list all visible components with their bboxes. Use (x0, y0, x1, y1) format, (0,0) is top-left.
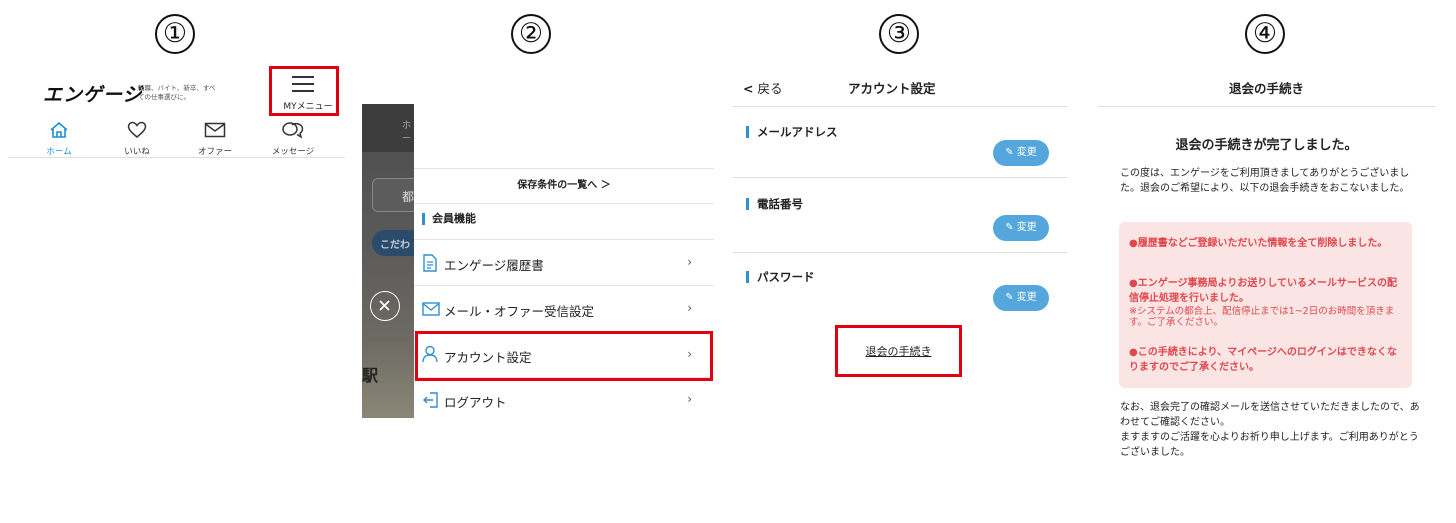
intro-text: この度は、エンゲージをご利用頂きましてありがとうございました。退会のご希望により… (1120, 168, 1410, 194)
chevron-right-icon: › (687, 392, 692, 406)
menu-item-resume[interactable]: エンゲージ履歴書 › (414, 240, 714, 286)
map-chip-fragment: こだわ (380, 240, 410, 251)
section-divider (733, 252, 1067, 253)
nav-divider (8, 157, 345, 158)
phone-section-title: 電話番号 (746, 198, 803, 210)
nav-like-label: いいね (124, 147, 150, 157)
nav-message[interactable]: メッセージ (263, 121, 323, 157)
document-icon (422, 254, 438, 276)
chevron-left-icon: < (743, 81, 754, 96)
password-section-title: パスワード (746, 271, 815, 283)
hamburger-menu-icon[interactable] (292, 74, 314, 98)
mail-icon (204, 122, 226, 138)
close-icon[interactable] (370, 291, 400, 321)
page-title: アカウント設定 (848, 81, 936, 96)
logo-tagline: 転職、バイト、新卒、すべての仕事選びに。 (138, 84, 216, 101)
menu-item-logout[interactable]: ログアウト › (414, 378, 714, 418)
notice-item-3: ●この手続きにより、マイページへのログインはできなくなりますのでご了承ください。 (1129, 347, 1397, 373)
heart-icon (127, 121, 147, 138)
menu-item-mail-settings[interactable]: メール・オファー受信設定 › (414, 286, 714, 332)
map-search-fragment: 都 (402, 190, 414, 204)
menu-item-mail-settings-label: メール・オファー受信設定 (444, 304, 595, 319)
map-station-fragment: 駅 (362, 366, 379, 385)
background-map-overlay: ホー 都 こだわ 駅 (362, 104, 414, 418)
member-features-title: 会員機能 (422, 213, 476, 225)
menu-item-resume-label: エンゲージ履歴書 (444, 258, 544, 273)
pencil-icon: ✎ (1005, 292, 1014, 303)
nav-offer-label: オファー (197, 147, 232, 157)
section-divider (733, 177, 1067, 178)
engage-logo[interactable]: エンゲージ (43, 80, 143, 107)
chat-icon (282, 122, 304, 139)
change-password-label: 変更 (1016, 292, 1037, 303)
notice-box: ●履歴書などご登録いただいた情報を全て削除しました。 ●エンゲージ事務局よりお送… (1119, 222, 1412, 388)
logout-icon (422, 391, 440, 413)
step-number-2: ② (511, 14, 551, 54)
chevron-right-icon: › (687, 301, 692, 315)
step-number-1: ① (155, 14, 195, 54)
page-title: 退会の手続き (1228, 81, 1304, 96)
back-label: 戻る (757, 81, 783, 96)
header-divider (733, 106, 1067, 107)
email-section-title: メールアドレス (746, 126, 838, 138)
change-phone-label: 変更 (1016, 222, 1037, 233)
header-divider (1098, 106, 1435, 107)
notice-item-1: ●履歴書などご登録いただいた情報を全て削除しました。 (1129, 238, 1388, 249)
step-number-4: ④ (1245, 14, 1285, 54)
nav-message-label: メッセージ (271, 147, 315, 157)
withdraw-link[interactable]: 退会の手続き (835, 343, 962, 359)
my-menu-label[interactable]: MYメニュー (278, 99, 338, 112)
nav-home-label: ホーム (46, 147, 72, 157)
mail-icon (422, 301, 440, 320)
change-email-label: 変更 (1016, 147, 1037, 158)
nav-offer[interactable]: オファー (185, 121, 245, 157)
menu-item-logout-label: ログアウト (444, 395, 507, 410)
pencil-icon: ✎ (1005, 147, 1014, 158)
notice-item-2-note: ※システムの都合上、配信停止までは1~2日のお時間を頂きます。ご了承ください。 (1129, 306, 1395, 328)
nav-like[interactable]: いいね (107, 121, 167, 157)
completion-heading: 退会の手続きが完了しました。 (1175, 138, 1358, 153)
change-phone-button[interactable]: ✎ 変更 (993, 215, 1049, 241)
pencil-icon: ✎ (1005, 222, 1014, 233)
nav-home[interactable]: ホーム (29, 121, 89, 157)
footer-text-1: なお、退会完了の確認メールを送信させていただきましたので、あわせてご確認ください… (1120, 402, 1420, 428)
notice-item-2-text: ●エンゲージ事務局よりお送りしているメールサービスの配信停止処理を行いました。 (1129, 278, 1398, 304)
back-button[interactable]: < 戻る (743, 78, 782, 97)
step-number-3: ③ (879, 14, 919, 54)
footer-text-2: ますますのご活躍を心よりお祈り申し上げます。ご利用ありがとうございました。 (1120, 432, 1419, 458)
chevron-right-icon: › (687, 255, 692, 269)
change-email-button[interactable]: ✎ 変更 (993, 140, 1049, 166)
change-password-button[interactable]: ✎ 変更 (993, 285, 1049, 311)
highlight-box-account-settings (415, 331, 713, 381)
map-home-fragment: ホー (402, 121, 412, 144)
saved-conditions-link[interactable]: 保存条件の一覧へ ＞ (414, 168, 714, 204)
home-icon (50, 121, 68, 138)
notice-item-2: ●エンゲージ事務局よりお送りしているメールサービスの配信停止処理を行いました。 … (1129, 276, 1404, 328)
